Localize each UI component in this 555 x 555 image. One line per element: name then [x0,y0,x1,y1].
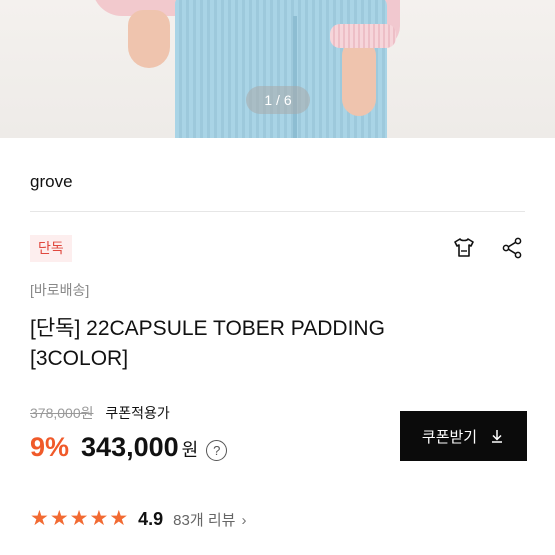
review-count: 83개 리뷰 [173,511,236,529]
product-title: [단독] 22CAPSULE TOBER PADDING [3COLOR] [30,317,385,370]
product-image-carousel[interactable]: 1 / 6 [0,0,555,138]
final-price: 343,000 [81,432,179,462]
star-icon: ★ [30,507,49,530]
hand-left [128,10,170,68]
rating-score: 4.9 [138,508,164,529]
exclusive-badge: 단독 [30,235,72,262]
get-coupon-button[interactable]: 쿠폰받기 [400,411,527,461]
get-coupon-label: 쿠폰받기 [421,428,478,446]
rating-row: ★ ★ ★ ★ ★ 4.9 83개 리뷰 › [30,506,246,532]
brand-name[interactable]: grove [30,172,73,192]
star-icon: ★ [109,507,129,530]
share-button[interactable] [498,234,526,262]
star-rating: ★ ★ ★ ★ ★ [30,507,128,531]
star-icon: ★ [69,507,89,530]
original-price: 378,000원 [30,405,94,421]
tshirt-icon [454,238,474,257]
price-row: 9% 343,000 원 ? [30,432,228,468]
currency-unit: 원 [181,440,199,460]
image-pager: 1 / 6 [246,86,310,114]
coupon-price-label: 쿠폰적용가 [105,405,170,421]
original-price-row: 378,000원 쿠폰적용가 [30,403,170,423]
discount-rate: 9% [30,432,70,462]
divider [30,211,525,212]
review-link[interactable]: 83개 리뷰 › [173,509,246,530]
jacket-cuff [330,24,396,48]
pants-seam [293,16,297,138]
hand-right [342,42,376,116]
chevron-right-icon: › [241,511,247,529]
star-icon: ★ [49,507,69,530]
star-icon: ★ [89,507,109,530]
shipping-tag: [바로배송] [30,282,90,298]
size-fit-button[interactable] [450,234,478,262]
download-icon [492,430,503,443]
share-icon [502,237,522,259]
price-help-icon[interactable]: ? [206,439,228,461]
